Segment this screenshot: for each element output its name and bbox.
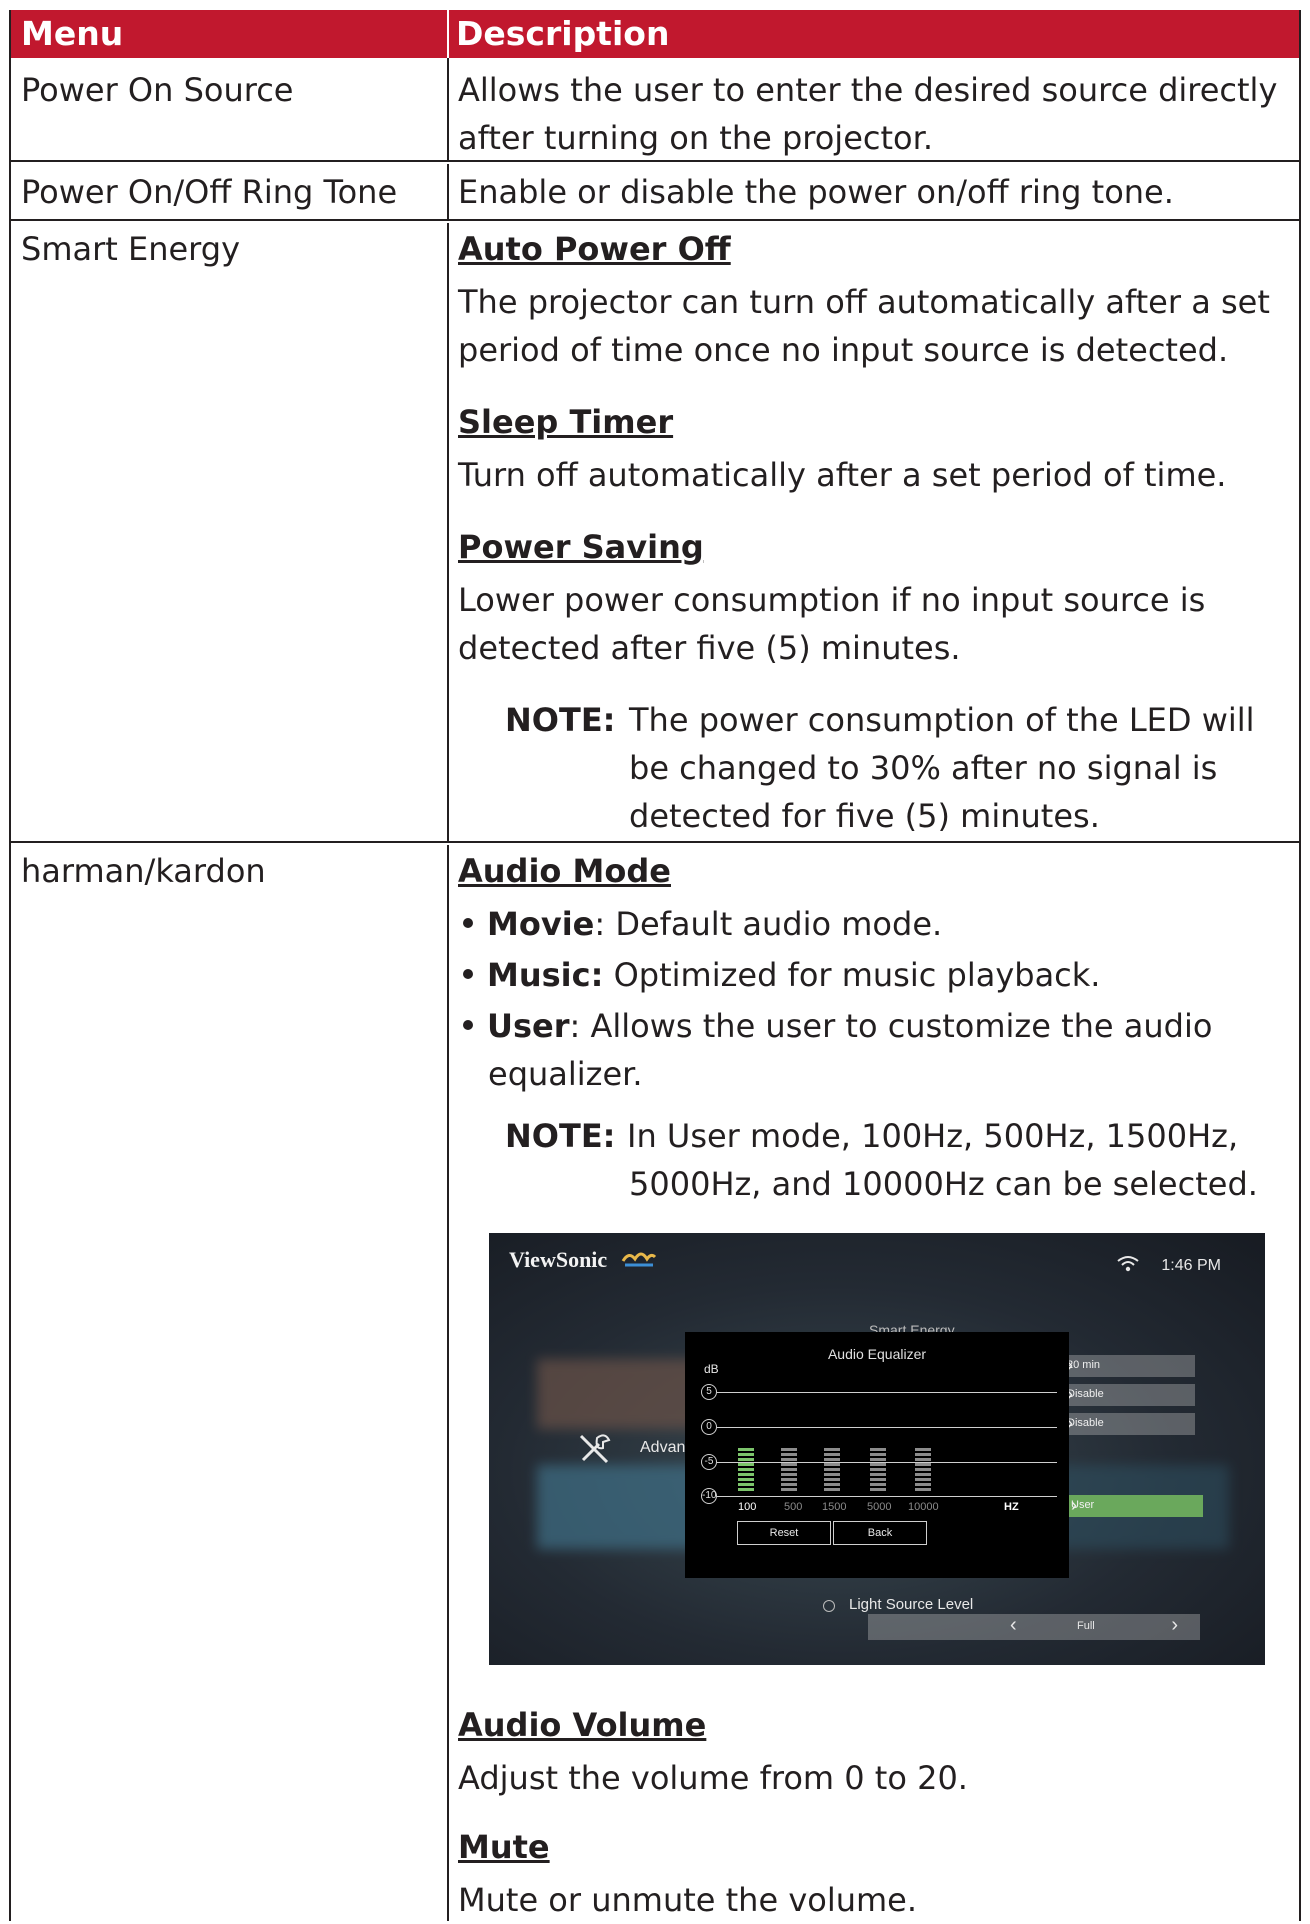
freq-label-100: 100 [738, 1501, 757, 1513]
bullet-movie: Movie: Default audio mode. [463, 900, 942, 948]
level-minus-10: -10 [701, 1488, 717, 1504]
note-line-3: detected for five (5) minutes. [629, 797, 1100, 835]
bullet-dot [463, 969, 473, 979]
level-line [717, 1496, 1057, 1497]
column-divider [447, 58, 449, 160]
heading-audio-volume: Audio Volume [458, 1706, 707, 1744]
heading-sleep-timer: Sleep Timer [458, 403, 674, 441]
level-line [717, 1392, 1057, 1393]
level-line [717, 1462, 1057, 1463]
option-power-saving[interactable]: Disable › [1059, 1413, 1195, 1435]
tools-icon [579, 1434, 611, 1464]
level-line [717, 1427, 1057, 1428]
note-line-2: be changed to 30% after no signal is [629, 749, 1218, 787]
db-label: dB [704, 1362, 719, 1376]
audio-note-label: NOTE: [505, 1117, 616, 1155]
advanced-label: Advan [640, 1439, 686, 1456]
heading-audio-mode: Audio Mode [458, 852, 671, 890]
freq-label-10000: 10000 [908, 1501, 939, 1513]
chevron-right-icon[interactable]: › [1171, 1614, 1178, 1637]
heading-mute: Mute [458, 1828, 550, 1866]
column-divider [447, 845, 449, 1921]
chevron-left-icon[interactable]: ‹ [1010, 1614, 1017, 1637]
bullet-dot [463, 1020, 473, 1030]
level-5: 5 [701, 1384, 717, 1400]
menu-harman-kardon: harman/kardon [21, 852, 266, 890]
table-row-ring-tone: Power On/Off Ring Tone Enable or disable… [11, 164, 1299, 221]
audio-equalizer-screenshot: ViewSonic 1:46 PM Smart Energy Advan 20 … [489, 1233, 1265, 1665]
desc-power-on-source-2: after turning on the projector. [458, 119, 933, 157]
light-source-value: Full [1077, 1620, 1095, 1632]
band-slider-10000[interactable] [915, 1448, 931, 1493]
power-saving-line-1: Lower power consumption if no input sour… [458, 581, 1206, 619]
light-source-icon [823, 1600, 835, 1612]
light-source-label: Light Source Level [849, 1596, 974, 1613]
table-row-power-on-source: Power On Source Allows the user to enter… [11, 58, 1299, 162]
menu-ring-tone: Power On/Off Ring Tone [21, 173, 398, 211]
sleep-timer-line-1: Turn off automatically after a set perio… [458, 456, 1227, 494]
header-menu: Menu [21, 14, 124, 53]
menu-power-on-source: Power On Source [21, 71, 294, 109]
band-slider-5000[interactable] [870, 1448, 886, 1493]
option-sleep-timer[interactable]: Disable › [1059, 1384, 1195, 1406]
desc-ring-tone: Enable or disable the power on/off ring … [458, 173, 1174, 211]
auto-power-off-line-2: period of time once no input source is d… [458, 331, 1229, 369]
audio-note-line-2: 5000Hz, and 10000Hz can be selected. [629, 1165, 1258, 1203]
menu-smart-energy: Smart Energy [21, 230, 240, 268]
audio-equalizer-dialog: Audio Equalizer dB 5 0 -5 -10 100 500 15… [685, 1332, 1069, 1578]
heading-auto-power-off: Auto Power Off [458, 230, 731, 268]
band-slider-500[interactable] [781, 1448, 797, 1493]
note-label: NOTE: [505, 701, 616, 739]
bullet-dot [463, 918, 473, 928]
desc-power-on-source-1: Allows the user to enter the desired sou… [458, 71, 1278, 109]
hz-unit: HZ [1004, 1501, 1019, 1513]
level-0: 0 [701, 1419, 717, 1435]
freq-label-5000: 5000 [867, 1501, 892, 1513]
option-auto-power-off[interactable]: 20 min › [1059, 1355, 1195, 1377]
bullet-music: Music: Optimized for music playback. [463, 951, 1100, 999]
wifi-icon [1117, 1256, 1139, 1272]
band-slider-1500[interactable] [824, 1448, 840, 1493]
freq-label-1500: 1500 [822, 1501, 847, 1513]
equalizer-title: Audio Equalizer [827, 1346, 927, 1362]
level-minus-5: -5 [701, 1454, 717, 1470]
auto-power-off-line-1: The projector can turn off automatically… [458, 283, 1270, 321]
mute-line-1: Mute or unmute the volume. [458, 1881, 918, 1919]
header-description: Description [456, 14, 670, 53]
table-row-smart-energy: Smart Energy Auto Power Off The projecto… [11, 223, 1299, 843]
column-divider [447, 223, 449, 841]
option-audio-mode-user[interactable]: User › [1063, 1495, 1203, 1517]
bullet-user: User: Allows the user to customize the a… [463, 1002, 1212, 1050]
heading-power-saving: Power Saving [458, 528, 704, 566]
light-source-selector[interactable]: ‹ Full › [868, 1614, 1200, 1640]
header-divider [447, 10, 449, 58]
table-header: Menu Description [11, 10, 1299, 58]
clock-time: 1:46 PM [1161, 1257, 1221, 1274]
band-slider-100[interactable] [738, 1448, 754, 1493]
note-line-1: The power consumption of the LED will [629, 701, 1255, 739]
reset-button[interactable]: Reset [737, 1521, 831, 1545]
audio-volume-line-1: Adjust the volume from 0 to 20. [458, 1759, 968, 1797]
bullet-user-cont: equalizer. [488, 1055, 643, 1093]
brand-logo: ViewSonic [509, 1247, 608, 1272]
freq-label-500: 500 [784, 1501, 803, 1513]
column-divider [447, 164, 449, 219]
birds-logo-icon [621, 1252, 657, 1267]
audio-note-line-1: In User mode, 100Hz, 500Hz, 1500Hz, [627, 1117, 1239, 1155]
power-saving-line-2: detected after five (5) minutes. [458, 629, 961, 667]
back-button[interactable]: Back [833, 1521, 927, 1545]
